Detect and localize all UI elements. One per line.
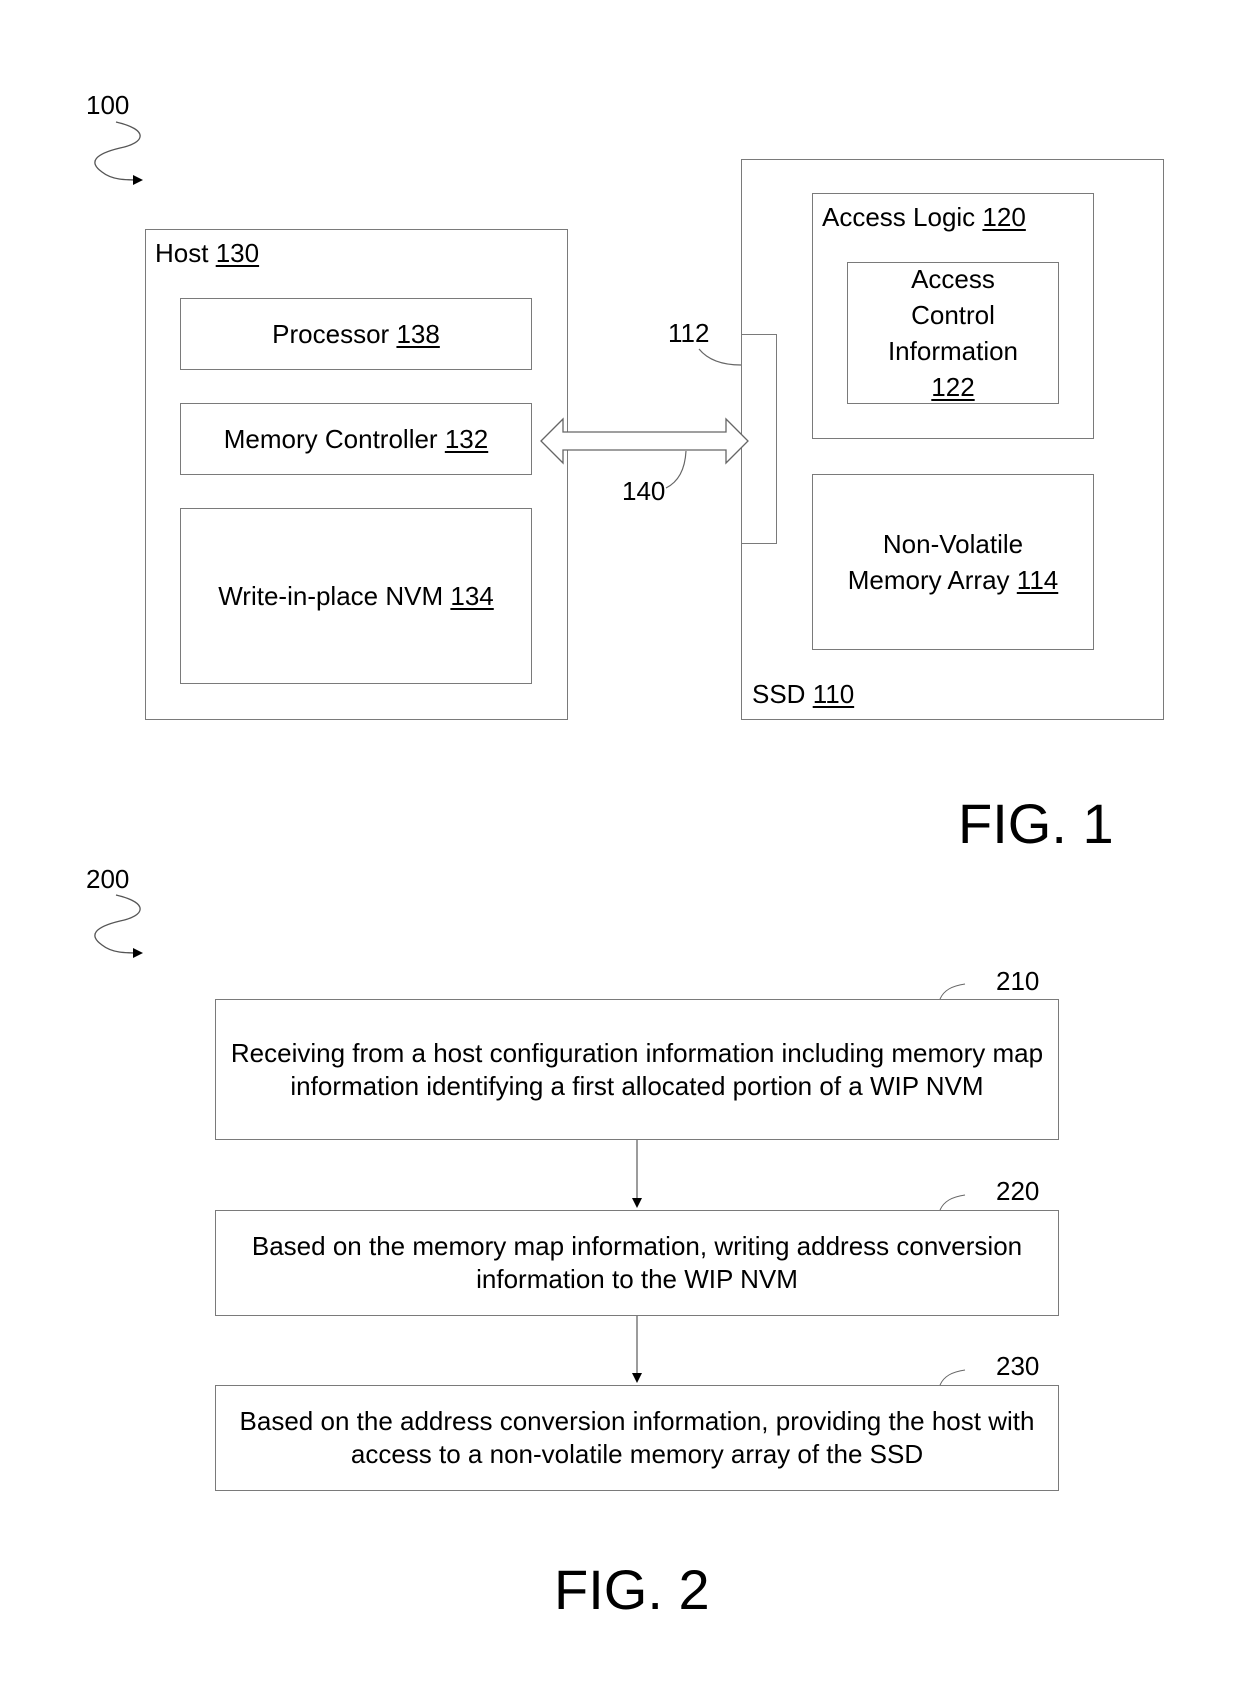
nvm-array-box: Non-Volatile Memory Array 114	[812, 474, 1094, 650]
wip-nvm-label: Write-in-place NVM 134	[218, 581, 494, 611]
step-230-leader	[939, 1369, 966, 1386]
processor-ref: 138	[396, 319, 440, 349]
interface-reference-number: 112	[668, 318, 710, 348]
nvm-array-line-2: Memory Array 114	[848, 562, 1059, 598]
step-210-leader	[939, 983, 966, 1000]
flow-step-reference-number: 230	[996, 1351, 1040, 1381]
flow-step-text: Receiving from a host configuration info…	[230, 1037, 1044, 1101]
nvm-array-ref: 114	[1016, 565, 1059, 595]
flow-step-box: Receiving from a host configuration info…	[215, 999, 1059, 1140]
access-logic-label: Access Logic 120	[822, 202, 1026, 232]
nvm-array-name: Memory Array	[847, 565, 1010, 595]
fig2-ref-squiggle-arrow	[94, 894, 143, 958]
flow-step-reference-number: 220	[996, 1176, 1040, 1206]
fig2-caption: FIG. 2	[554, 1558, 710, 1621]
fig1-ref-squiggle-arrow	[94, 121, 143, 185]
step-220-leader	[939, 1194, 966, 1211]
wip-nvm-ref: 134	[450, 581, 494, 611]
memory-controller-name: Memory Controller	[223, 424, 438, 454]
flow-step-box: Based on the address conversion informat…	[215, 1385, 1059, 1491]
ssd-ref: 110	[812, 679, 855, 709]
interface-leader-line	[698, 348, 742, 366]
interface-box	[741, 334, 777, 544]
flow-step-text: Based on the memory map information, wri…	[251, 1231, 1023, 1294]
flow-step-reference-number: 210	[996, 966, 1040, 996]
memory-controller-label: Memory Controller 132	[224, 424, 488, 454]
host-label: Host 130	[155, 238, 259, 268]
fig2-reference-number: 200	[86, 864, 130, 894]
link-leader-line	[665, 450, 687, 489]
access-control-info-line-3: Information	[887, 336, 1019, 366]
link-reference-number: 140	[622, 476, 666, 506]
ssd-name: SSD	[752, 679, 806, 709]
access-control-info-line-2: Control	[911, 300, 995, 330]
flow-step-box: Based on the memory map information, wri…	[215, 1210, 1059, 1316]
bidirectional-link-arrow	[540, 417, 749, 465]
wip-nvm-box: Write-in-place NVM 134	[180, 508, 532, 684]
access-control-info-ref: 122	[931, 372, 975, 402]
fig1-caption: FIG. 1	[958, 792, 1114, 855]
flow-step-text: Based on the address conversion informat…	[239, 1406, 1035, 1469]
fig1-reference-number: 100	[86, 90, 130, 120]
access-logic-ref: 120	[982, 202, 1026, 232]
processor-name: Processor	[272, 319, 390, 349]
access-logic-name: Access Logic	[822, 202, 976, 232]
processor-box: Processor 138	[180, 298, 532, 370]
access-control-info-line-1: Access	[911, 264, 995, 294]
host-ref: 130	[215, 238, 260, 268]
memory-controller-box: Memory Controller 132	[180, 403, 532, 475]
ssd-label: SSD 110	[752, 679, 854, 709]
host-name: Host	[155, 238, 209, 268]
nvm-array-line-1: Non-Volatile	[882, 529, 1024, 559]
memory-controller-ref: 132	[444, 424, 489, 454]
access-control-info-box: Access Control Information 122	[847, 262, 1059, 404]
processor-label: Processor 138	[272, 319, 440, 349]
wip-nvm-name: Write-in-place NVM	[218, 581, 444, 611]
